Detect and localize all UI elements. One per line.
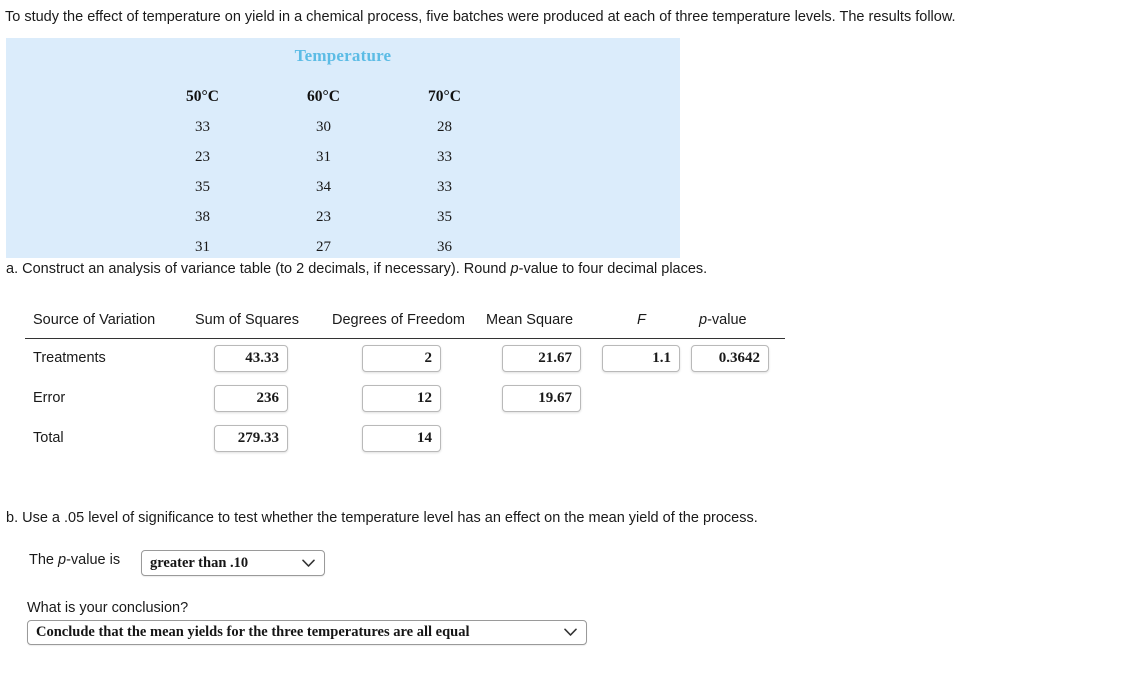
column-header-60c: 60°C — [307, 88, 340, 105]
data-cell: 31 — [195, 238, 210, 255]
row-label-treatments: Treatments — [33, 350, 106, 366]
anova-row-error: Error — [25, 379, 785, 419]
table-row: 38 23 35 — [142, 202, 505, 232]
column-header-70c: 70°C — [428, 88, 461, 105]
data-cell: 34 — [316, 178, 331, 195]
p-value-label-before: The — [29, 552, 59, 568]
part-a-prompt: a. Construct an analysis of variance tab… — [6, 261, 707, 277]
data-cell: 38 — [195, 208, 210, 225]
p-value-select-value: greater than .10 — [150, 554, 249, 571]
input-treatments-p-value[interactable] — [691, 345, 769, 372]
table-header-row: 50°C 60°C 70°C — [142, 82, 505, 112]
header-p-value-rest: -value — [707, 312, 747, 328]
input-treatments-degrees-of-freedom[interactable] — [362, 345, 441, 372]
p-value-label-italic: p — [58, 552, 67, 568]
p-value-label: The p-value is — [29, 552, 120, 568]
anova-table: Source of Variation Sum of Squares Degre… — [25, 312, 785, 459]
data-cell: 36 — [437, 238, 452, 255]
table-row: 35 34 33 — [142, 172, 505, 202]
part-b-prompt: b. Use a .05 level of significance to te… — [6, 510, 758, 526]
conclusion-question: What is your conclusion? — [27, 600, 189, 616]
input-error-degrees-of-freedom[interactable] — [362, 385, 441, 412]
table-row: 33 30 28 — [142, 112, 505, 142]
header-sum-of-squares: Sum of Squares — [195, 312, 299, 328]
table-row: 23 31 33 — [142, 142, 505, 172]
chevron-down-icon — [564, 621, 577, 644]
input-error-sum-of-squares[interactable] — [214, 385, 288, 412]
p-value-select[interactable]: greater than .10 — [141, 550, 325, 576]
input-treatments-sum-of-squares[interactable] — [214, 345, 288, 372]
input-treatments-mean-square[interactable] — [502, 345, 581, 372]
header-source-of-variation: Source of Variation — [33, 312, 156, 328]
input-error-mean-square[interactable] — [502, 385, 581, 412]
header-degrees-of-freedom: Degrees of Freedom — [332, 312, 465, 328]
data-cell: 28 — [437, 118, 452, 135]
header-mean-square: Mean Square — [486, 312, 574, 328]
table-row: 31 27 36 — [142, 232, 505, 262]
exercise-intro-text: To study the effect of temperature on yi… — [5, 9, 956, 25]
data-cell: 35 — [195, 178, 210, 195]
conclusion-select[interactable]: Conclude that the mean yields for the th… — [27, 620, 587, 645]
anova-row-total: Total — [25, 419, 785, 459]
anova-header-row: Source of Variation Sum of Squares Degre… — [25, 312, 785, 339]
part-a-prompt-italic-p: p — [510, 261, 519, 277]
data-cell: 23 — [316, 208, 331, 225]
data-cell: 35 — [437, 208, 452, 225]
data-cell: 33 — [195, 118, 210, 135]
anova-row-treatments: Treatments — [25, 339, 785, 379]
row-label-error: Error — [33, 390, 66, 406]
part-a-prompt-after: -value to four decimal places. — [518, 261, 708, 277]
input-total-sum-of-squares[interactable] — [214, 425, 288, 452]
row-label-total: Total — [33, 430, 64, 446]
data-cell: 33 — [437, 148, 452, 165]
data-panel-title: Temperature — [294, 46, 392, 65]
input-total-degrees-of-freedom[interactable] — [362, 425, 441, 452]
column-header-50c: 50°C — [186, 88, 219, 105]
data-cell: 30 — [316, 118, 331, 135]
data-cell: 23 — [195, 148, 210, 165]
data-cell: 27 — [316, 238, 331, 255]
chevron-down-icon — [302, 551, 315, 575]
temperature-data-panel: Temperature 50°C 60°C 70°C 33 30 28 23 3… — [6, 38, 680, 258]
data-cell: 33 — [437, 178, 452, 195]
header-p-value: p -value — [699, 312, 747, 328]
input-treatments-f[interactable] — [602, 345, 680, 372]
temperature-data-grid: 50°C 60°C 70°C 33 30 28 23 31 33 35 34 3… — [6, 82, 680, 262]
data-cell: 31 — [316, 148, 331, 165]
temperature-data-table: 50°C 60°C 70°C 33 30 28 23 31 33 35 34 3… — [142, 82, 505, 262]
part-a-prompt-before: a. Construct an analysis of variance tab… — [6, 261, 511, 277]
p-value-label-after: -value is — [66, 552, 121, 568]
conclusion-select-value: Conclude that the mean yields for the th… — [36, 624, 470, 640]
header-p-value-italic: p — [699, 312, 708, 328]
header-f-statistic: F — [637, 312, 646, 328]
